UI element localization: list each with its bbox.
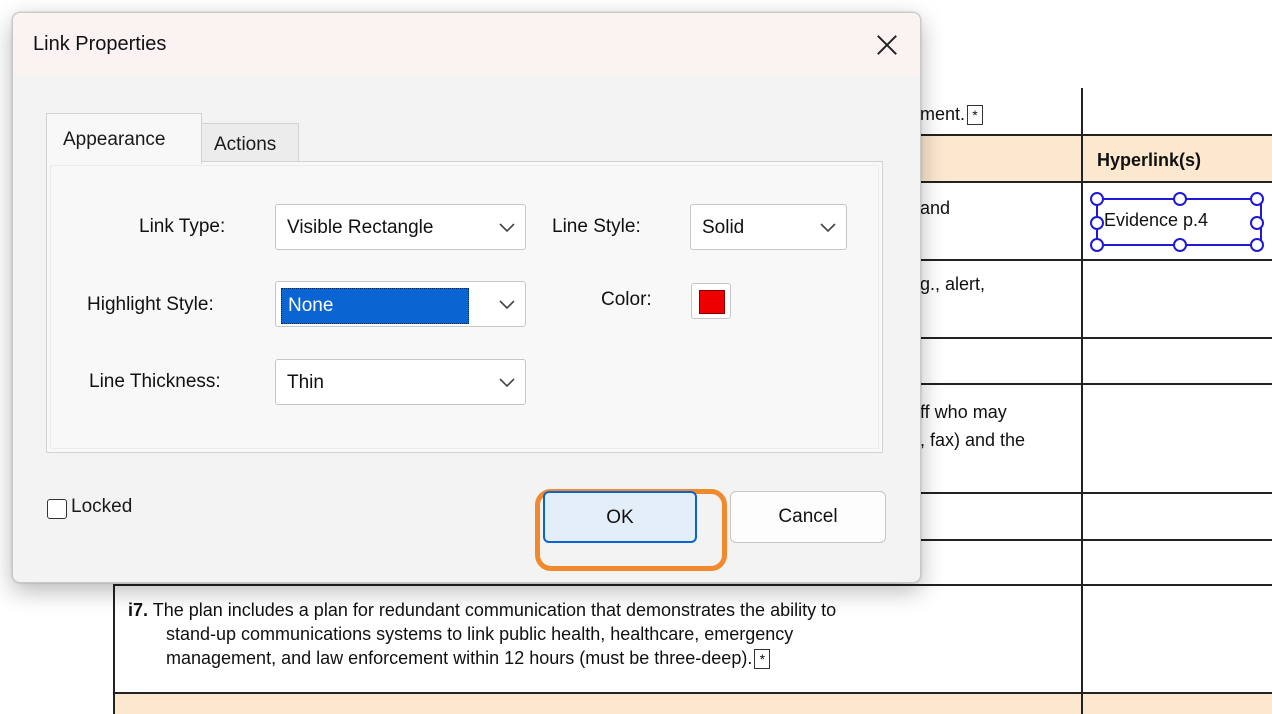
link-type-value: Visible Rectangle: [287, 217, 434, 238]
locked-label: Locked: [71, 496, 133, 517]
note-marker[interactable]: *: [754, 649, 771, 670]
chevron-down-icon: [499, 300, 515, 310]
chevron-down-icon: [499, 378, 515, 388]
link-type-select[interactable]: Visible Rectangle: [275, 204, 526, 250]
link-annotation-selected[interactable]: Evidence p.4: [1090, 192, 1264, 252]
row-text: , fax) and the: [920, 430, 1026, 450]
item-line-3-wrap: management, and law enforcement within 1…: [128, 646, 1068, 670]
link-type-label: Link Type:: [139, 216, 226, 237]
tab-appearance-label: Appearance: [63, 129, 166, 150]
line-thickness-label: Line Thickness:: [89, 371, 221, 392]
table-rule: [113, 584, 1272, 586]
chevron-down-icon: [820, 223, 836, 233]
color-swatch-fill: [699, 290, 725, 314]
color-picker-button[interactable]: [691, 283, 731, 319]
resize-handle[interactable]: [1250, 192, 1264, 206]
close-icon[interactable]: [871, 29, 903, 61]
chevron-down-icon: [499, 223, 515, 233]
row-text: and: [920, 198, 951, 218]
item-line-2: stand-up communications systems to link …: [166, 624, 794, 644]
table-rule: [113, 692, 1272, 694]
resize-handle[interactable]: [1250, 216, 1264, 230]
resize-handle[interactable]: [1090, 192, 1104, 206]
row-text-content: ment.: [920, 104, 966, 124]
hyperlink-column-header: Hyperlink(s): [1097, 150, 1202, 170]
table-rule: [113, 585, 115, 714]
line-style-select[interactable]: Solid: [690, 204, 847, 250]
dialog-title: Link Properties: [33, 33, 167, 55]
note-marker[interactable]: *: [967, 105, 984, 126]
item-line-3: management, and law enforcement within 1…: [166, 648, 753, 668]
line-style-value: Solid: [702, 217, 745, 238]
resize-handle[interactable]: [1090, 216, 1104, 230]
tab-appearance[interactable]: Appearance: [46, 113, 202, 164]
item-line-1: The plan includes a plan for redundant c…: [152, 600, 837, 620]
item-number: i7.: [128, 600, 149, 620]
dialog-titlebar[interactable]: Link Properties: [13, 13, 920, 75]
cancel-button[interactable]: Cancel: [730, 491, 886, 543]
highlight-style-select[interactable]: None: [275, 281, 526, 327]
highlight-style-label: Highlight Style:: [87, 294, 214, 315]
line-thickness-select[interactable]: Thin: [275, 359, 526, 405]
resize-handle[interactable]: [1090, 238, 1104, 252]
table-header-band-bottom: [113, 693, 1272, 714]
line-thickness-value: Thin: [287, 372, 324, 393]
row-text: g., alert,: [920, 274, 986, 294]
row-text: ment. *: [920, 102, 984, 126]
tab-actions-label: Actions: [214, 134, 277, 155]
resize-handle[interactable]: [1173, 238, 1187, 252]
item-i7-paragraph: i7. The plan includes a plan for redunda…: [128, 598, 1068, 670]
link-text: Evidence p.4: [1104, 210, 1209, 230]
link-properties-dialog: Link Properties Actions Appearance Link …: [12, 12, 921, 583]
table-rule: [1081, 88, 1083, 714]
line-style-label: Line Style:: [552, 216, 641, 237]
resize-handle[interactable]: [1250, 238, 1264, 252]
tab-actions[interactable]: Actions: [201, 123, 299, 164]
checkbox-box[interactable]: [47, 499, 67, 519]
highlight-style-value: None: [281, 288, 469, 324]
resize-handle[interactable]: [1173, 192, 1187, 206]
color-label: Color:: [601, 289, 652, 310]
ok-button[interactable]: OK: [543, 491, 697, 543]
row-text: ff who may: [920, 402, 1007, 422]
